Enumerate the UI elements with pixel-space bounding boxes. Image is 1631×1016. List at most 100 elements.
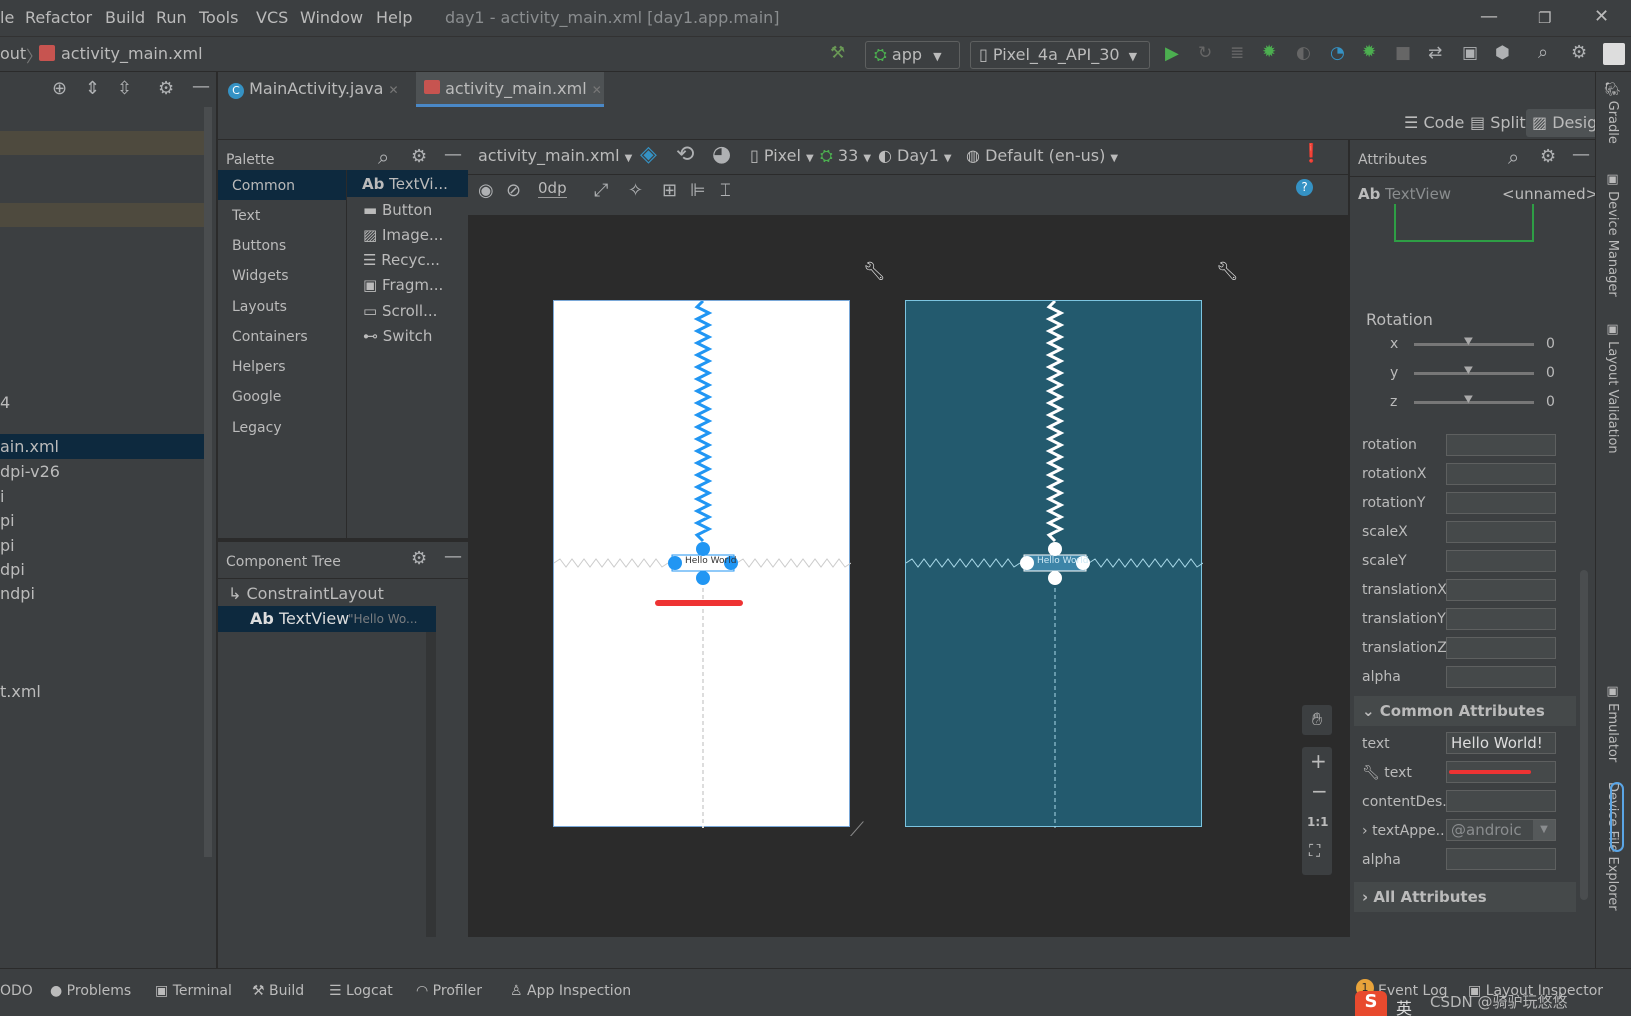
expand-all-icon[interactable]: ⇕ [85, 78, 100, 99]
project-row[interactable]: dpi [0, 560, 25, 579]
palette-category[interactable]: Common [232, 178, 295, 194]
design-preview[interactable]: Hello World [553, 300, 851, 828]
project-row-selected[interactable]: ain.xml [0, 437, 59, 456]
profile-icon[interactable]: ◔ [1330, 43, 1345, 63]
palette-item-imageview[interactable]: ▨ Image... [363, 226, 443, 244]
autoconnect-icon[interactable]: ⊘ [506, 180, 521, 201]
resize-handle-icon[interactable]: ⟋ [850, 817, 864, 841]
restore-icon[interactable]: ❐ [1538, 9, 1551, 27]
night-mode-icon[interactable]: ◕ [712, 142, 731, 167]
close-icon[interactable]: ✕ [1594, 6, 1609, 27]
sync-gradle-icon[interactable]: ⇄ [1428, 43, 1442, 63]
attr-rotationy-field[interactable] [1446, 492, 1556, 514]
device-manager-tool[interactable]: ▣ Device Manager [1605, 172, 1620, 297]
todo-tool[interactable]: ODO [0, 983, 33, 999]
palette-item-recyclerview[interactable]: ☰ Recyc... [363, 251, 440, 269]
apply-code-icon[interactable]: ≣ [1230, 43, 1244, 63]
split-mode-button[interactable]: ▤ Split [1470, 113, 1526, 132]
menu-window[interactable]: Window [300, 8, 363, 27]
attr-rotation-field[interactable] [1446, 434, 1556, 456]
attr-scaley-field[interactable] [1446, 550, 1556, 572]
widget-id[interactable]: <unnamed> [1502, 185, 1598, 203]
all-attributes-header[interactable]: › All Attributes [1354, 882, 1576, 912]
slider-y-thumb[interactable]: ⯆ [1462, 361, 1475, 381]
locale-dropdown[interactable]: ◍ Default (en-us) ▼ [966, 146, 1118, 165]
build-tool[interactable]: ⚒ Build [252, 983, 304, 999]
hide-panel-icon[interactable]: — [1572, 144, 1590, 165]
theme-dropdown[interactable]: ◐ Day1 ▼ [878, 146, 952, 165]
attach-debugger-icon[interactable]: ◐ [1296, 43, 1311, 63]
search-icon[interactable]: ⌕ [378, 145, 389, 169]
project-row[interactable]: pi [0, 511, 15, 530]
clear-constraints-icon[interactable]: ⤢ [594, 180, 608, 201]
project-row[interactable]: pi [0, 536, 15, 555]
layers-icon[interactable]: ◈ [640, 142, 657, 167]
device-dropdown[interactable]: ▯ Pixel_4a_API_30 ▼ [970, 41, 1150, 69]
stop-icon[interactable]: ■ [1395, 43, 1411, 63]
menu-file[interactable]: le [0, 8, 14, 27]
problems-tool[interactable]: ● Problems [50, 983, 131, 999]
attr-text-field[interactable]: Hello World! [1446, 732, 1556, 754]
collapse-all-icon[interactable]: ⇳ [117, 78, 132, 99]
zoom-in-icon[interactable]: + [1310, 749, 1327, 773]
pack-icon[interactable]: ⊞ [662, 180, 677, 201]
ime-logo-icon[interactable]: S [1355, 991, 1387, 1016]
palette-item-fragment[interactable]: ▣ Fragm... [363, 276, 443, 294]
project-row[interactable]: 4 [0, 393, 10, 412]
gear-icon[interactable]: ⚙ [1540, 146, 1556, 167]
common-attributes-header[interactable]: ⌄ Common Attributes [1354, 696, 1576, 726]
tree-node-selected[interactable]: Ab TextView "Hello Wo... [218, 606, 436, 632]
slider-x-thumb[interactable]: ⯆ [1462, 332, 1475, 352]
search-icon[interactable]: ⌕ [1538, 42, 1548, 63]
device-preview-dropdown[interactable]: ▯ Pixel ▼ [750, 146, 814, 165]
pan-hand-button[interactable]: ✋︎ [1302, 705, 1332, 735]
menu-vcs[interactable]: VCS [256, 8, 288, 27]
wrench-icon[interactable]: 🔧︎ [1216, 261, 1239, 282]
gear-icon[interactable]: ⚙ [411, 548, 427, 569]
account-avatar[interactable] [1603, 43, 1625, 65]
zoom-fit-icon[interactable]: ⛶ [1309, 841, 1320, 861]
layout-file-dropdown[interactable]: activity_main.xml ▼ [478, 146, 632, 165]
hello-world-textview[interactable]: Hello World [685, 556, 736, 566]
tree-node-root[interactable]: ↳ ConstraintLayout [228, 584, 384, 603]
layout-validation-tool[interactable]: ▣ Layout Validation [1605, 322, 1620, 454]
ime-language[interactable]: 英 [1396, 995, 1412, 1016]
guidelines-icon[interactable]: ⌶ [720, 180, 731, 201]
scrollbar[interactable] [204, 107, 212, 857]
run-config-dropdown[interactable]: ⛭ app ▼ [865, 41, 960, 69]
locate-icon[interactable]: ⊕ [52, 78, 67, 99]
wrench-icon[interactable]: 🔧︎ [863, 261, 886, 282]
palette-category[interactable]: Layouts [232, 299, 287, 315]
close-icon[interactable]: ✕ [389, 83, 399, 97]
align-icon[interactable]: ⊫ [690, 180, 706, 201]
minimize-icon[interactable]: — [1480, 6, 1498, 27]
attr-translationz-field[interactable] [1446, 637, 1556, 659]
logcat-tool[interactable]: ☰ Logcat [329, 983, 393, 999]
breadcrumb-file[interactable]: activity_main.xml [61, 44, 203, 63]
device-manager-icon[interactable]: ▣ [1462, 43, 1478, 63]
hammer-build-icon[interactable]: ⚒ [830, 43, 845, 63]
blueprint-preview[interactable]: Hello World [905, 300, 1203, 828]
zoom-out-icon[interactable]: − [1311, 779, 1328, 803]
attr-text-appearance-label[interactable]: › textAppe... [1362, 823, 1449, 839]
search-icon[interactable]: ⌕ [1508, 145, 1519, 169]
menu-tools[interactable]: Tools [199, 8, 238, 27]
run-icon[interactable]: ▶ [1165, 43, 1179, 64]
menu-build[interactable]: Build [105, 8, 145, 27]
palette-item-textview[interactable]: Ab TextVi... [362, 175, 448, 193]
scrollbar[interactable] [1580, 570, 1588, 900]
breadcrumb-layout[interactable]: out [0, 44, 26, 63]
attach-process-icon[interactable]: ✹ [1362, 42, 1376, 62]
terminal-tool[interactable]: ▣ Terminal [155, 983, 232, 999]
palette-category[interactable]: Containers [232, 329, 308, 345]
sdk-manager-icon[interactable]: ⬢ [1495, 43, 1510, 63]
hide-panel-icon[interactable]: — [192, 76, 210, 97]
profiler-tool[interactable]: ◠ Profiler [416, 983, 482, 999]
palette-category[interactable]: Text [232, 208, 260, 224]
project-row[interactable]: ndpi [0, 584, 35, 603]
attr-content-desc-field[interactable] [1446, 790, 1556, 812]
palette-item-button[interactable]: ▬ Button [363, 201, 432, 219]
palette-category[interactable]: Helpers [232, 359, 286, 375]
gradle-tool[interactable]: 🐘︎ Gradle [1605, 80, 1620, 144]
apply-changes-icon[interactable]: ↻ [1198, 43, 1212, 63]
